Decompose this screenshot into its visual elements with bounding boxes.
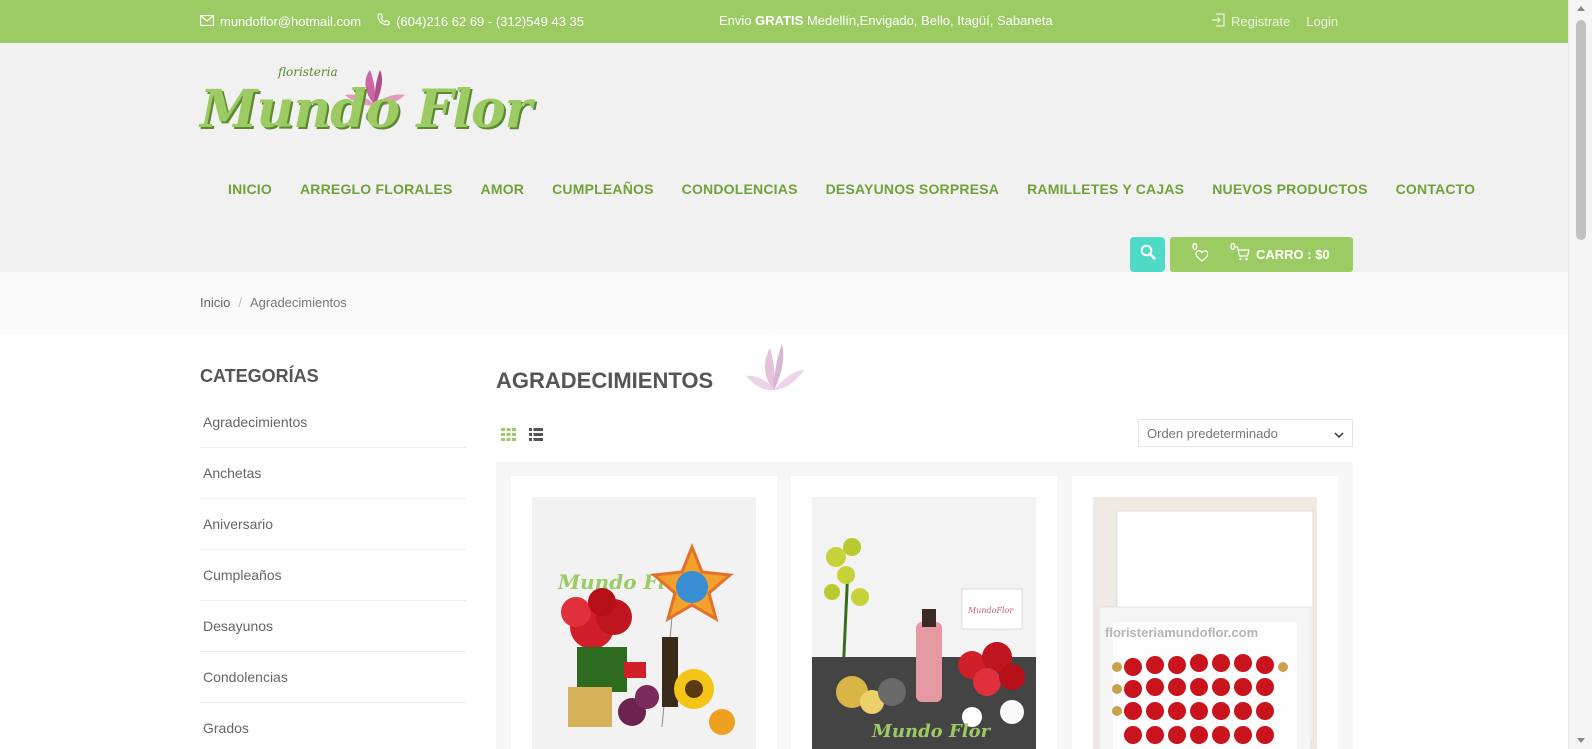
phone-text: (604)216 62 69 - (312)549 43 35 <box>396 13 585 29</box>
nav-item-ramilletes-y-cajas[interactable]: RAMILLETES Y CAJAS <box>1027 181 1184 197</box>
top-bar: mundoflor@hotmail.com (604)216 62 69 - (… <box>0 0 1568 43</box>
logo-subtitle: floristeria <box>278 65 338 79</box>
category-sidebar: CATEGORÍAS Agradecimientos Anchetas Aniv… <box>200 366 466 749</box>
search-icon <box>1140 244 1156 265</box>
svg-text:floristeriamundoflor.com: floristeriamundoflor.com <box>1105 625 1258 640</box>
category-grados[interactable]: Grados <box>200 703 466 749</box>
product-image[interactable]: MundoFlor Mundo Flor <box>812 497 1036 749</box>
product-image[interactable]: Mundo Flor <box>532 497 756 749</box>
product-card[interactable]: Mundo Flor <box>511 476 777 749</box>
orderby-select[interactable]: Orden predeterminado <box>1138 419 1353 447</box>
scrollbar-thumb[interactable] <box>1576 20 1586 240</box>
main-nav: INICIO ARREGLO FLORALES AMOR CUMPLEAÑOS … <box>228 181 1475 197</box>
logo-wordmark: Mundo Flor <box>200 79 532 140</box>
shipping-cities: Medellín,Envigado, Bello, Itagüí, Sabane… <box>806 13 1053 28</box>
grid-view-icon[interactable] <box>501 428 516 446</box>
category-cumpleanos[interactable]: Cumpleaños <box>200 550 466 601</box>
breadcrumb-current: Agradecimientos <box>249 295 347 310</box>
list-view-icon[interactable] <box>529 428 543 446</box>
cart-icon <box>1234 246 1250 264</box>
free-shipping-notice: Envio GRATIS Medellín,Envigado, Bello, I… <box>719 13 1053 28</box>
breadcrumb-bar: Inicio / Agradecimientos <box>0 272 1568 334</box>
cart-total-label: CARRO : $0 <box>1256 247 1330 262</box>
breadcrumb-home[interactable]: Inicio <box>200 295 230 310</box>
flower-decoration-icon <box>746 344 804 391</box>
chevron-down-icon <box>1334 426 1344 441</box>
nav-item-arreglo-florales[interactable]: ARREGLO FLORALES <box>300 181 453 197</box>
category-anchetas[interactable]: Anchetas <box>200 448 466 499</box>
nav-item-desayunos-sorpresa[interactable]: DESAYUNOS SORPRESA <box>826 181 999 197</box>
contact-phone[interactable]: (604)216 62 69 - (312)549 43 35 <box>377 13 584 29</box>
nav-item-nuevos-productos[interactable]: NUEVOS PRODUCTOS <box>1212 181 1367 197</box>
sidebar-title: CATEGORÍAS <box>200 366 319 386</box>
cart-button[interactable]: 0 0 CARRO : $0 <box>1170 237 1353 272</box>
shipping-free: GRATIS <box>755 13 804 28</box>
site-logo[interactable]: floristeria Mundo Flor <box>200 65 532 155</box>
scroll-down-icon[interactable] <box>1577 738 1585 743</box>
search-button[interactable] <box>1130 237 1165 272</box>
category-desayunos[interactable]: Desayunos <box>200 601 466 652</box>
product-card[interactable]: MundoFlor Mundo Flor <box>791 476 1057 749</box>
nav-item-condolencias[interactable]: CONDOLENCIAS <box>682 181 798 197</box>
nav-item-amor[interactable]: AMOR <box>481 181 525 197</box>
category-condolencias[interactable]: Condolencias <box>200 652 466 703</box>
breadcrumb: Inicio / Agradecimientos <box>200 295 347 310</box>
site-header: floristeria Mundo Flor INICIO ARREGLO FL… <box>0 43 1568 272</box>
category-agradecimientos[interactable]: Agradecimientos <box>200 397 466 448</box>
product-image[interactable]: floristeriamundoflor.com <box>1093 497 1317 749</box>
nav-item-cumpleanos[interactable]: CUMPLEAÑOS <box>552 181 654 197</box>
svg-text:MundoFlor: MundoFlor <box>967 606 1014 615</box>
nav-item-contacto[interactable]: CONTACTO <box>1396 181 1476 197</box>
email-text: mundoflor@hotmail.com <box>220 13 362 29</box>
login-link[interactable]: Login <box>1306 14 1338 29</box>
breadcrumb-separator: / <box>238 295 242 310</box>
nav-item-inicio[interactable]: INICIO <box>228 181 272 197</box>
product-grid: Mundo Flor MundoFlor Mundo Flor floriste… <box>496 462 1353 749</box>
page-title: AGRADECIMIENTOS <box>496 368 714 393</box>
register-link[interactable]: Registrate <box>1211 13 1290 30</box>
orderby-value: Orden predeterminado <box>1147 425 1278 441</box>
page-scrollbar[interactable] <box>1568 0 1592 749</box>
envelope-icon <box>199 14 215 29</box>
scroll-up-icon[interactable] <box>1577 6 1585 11</box>
category-aniversario[interactable]: Aniversario <box>200 499 466 550</box>
register-label: Registrate <box>1231 14 1291 29</box>
phone-icon <box>377 13 390 29</box>
shipping-prefix: Envio <box>719 13 752 28</box>
sign-in-icon <box>1211 13 1225 30</box>
svg-text:Mundo Flor: Mundo Flor <box>871 721 992 742</box>
heart-icon[interactable] <box>1192 243 1209 270</box>
product-card[interactable]: floristeriamundoflor.com <box>1072 476 1338 749</box>
contact-email[interactable]: mundoflor@hotmail.com <box>199 13 362 29</box>
